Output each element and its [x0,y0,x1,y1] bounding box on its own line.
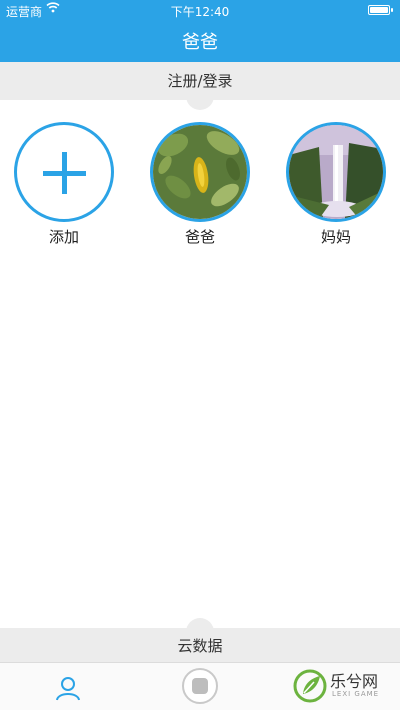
battery-icon [368,5,393,15]
cloud-data-bar[interactable]: 云数据 [0,618,400,662]
watermark-text: 乐兮网 [330,672,379,691]
bar-notch [186,618,214,632]
member-label: 添加 [48,228,79,246]
record-button-icon [192,678,208,694]
member-mom[interactable]: 妈妈 [286,122,386,247]
watermark-leaf-icon [293,669,327,703]
status-time: 下午12:40 [170,5,230,19]
leaf-photo-icon [153,125,247,219]
mom-avatar[interactable] [286,122,386,222]
member-dad[interactable]: 爸爸 [150,122,250,247]
watermark-subtext: LEXI GAME [332,690,380,698]
add-avatar[interactable] [14,122,114,222]
page-title: 爸爸 [182,32,218,53]
member-label: 妈妈 [320,228,351,246]
member-label: 爸爸 [184,228,215,246]
waterfall-photo-icon [289,125,383,219]
dad-avatar[interactable] [150,122,250,222]
register-login-bar[interactable]: 注册/登录 [0,62,400,110]
watermark-logo: 乐兮网 LEXI GAME [292,666,392,706]
plus-icon [43,152,86,194]
bar-notch [186,96,214,110]
user-icon[interactable] [55,675,81,701]
cloud-data-label: 云数据 [177,637,223,655]
add-member-button[interactable]: 添加 [14,122,114,247]
app-header: 运营商 下午12:40 爸爸 [0,0,400,62]
record-button[interactable] [182,668,218,704]
register-login-label: 注册/登录 [167,72,233,90]
status-bar: 运营商 下午12:40 [0,0,400,20]
